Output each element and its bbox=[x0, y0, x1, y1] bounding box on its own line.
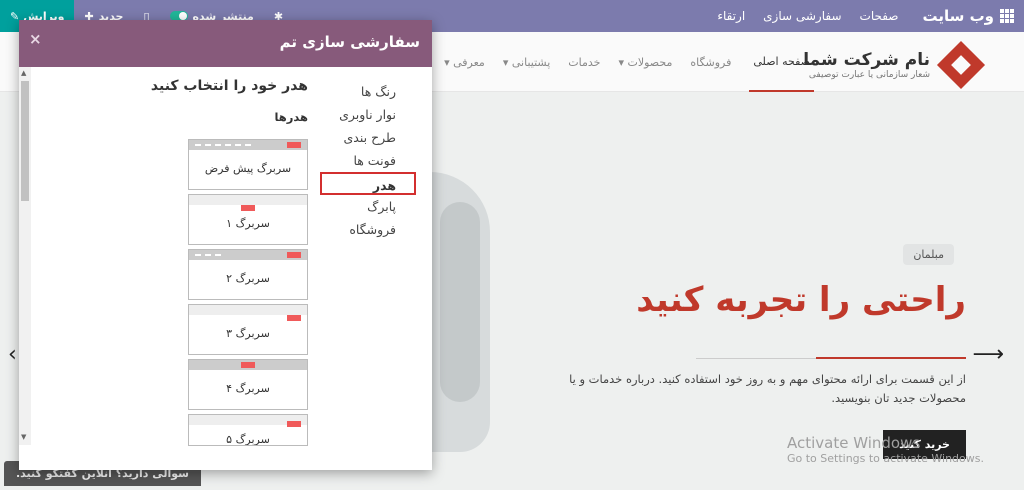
chevron-down-icon: ▾ bbox=[502, 55, 509, 69]
scroll-down-icon[interactable]: ▼ bbox=[21, 433, 26, 441]
header-preview bbox=[189, 250, 307, 260]
content-subtitle: هدرها bbox=[274, 110, 308, 124]
header-option-label: سربرگ ۳ bbox=[226, 327, 270, 340]
logo-title: نام شرکت شما bbox=[803, 50, 930, 70]
theme-customize-dialog: سفارشی سازی تم × ▲ ▼ رنگ ها نوار ناوبری … bbox=[19, 20, 432, 470]
header-preview bbox=[189, 415, 307, 427]
header-option-label: سربرگ ۵ bbox=[226, 433, 270, 446]
brand-label: وب سایت bbox=[922, 7, 994, 25]
menu-upgrade[interactable]: ارتقاء bbox=[717, 9, 745, 23]
menu-layout[interactable]: طرح بندی bbox=[318, 126, 408, 149]
nav-about[interactable]: معرفی ▾ bbox=[444, 56, 485, 69]
hero-image-detail bbox=[440, 202, 480, 402]
nav-shop[interactable]: فروشگاه bbox=[690, 56, 731, 69]
hero-divider bbox=[816, 357, 966, 359]
dialog-scrollbar[interactable]: ▲ ▼ bbox=[19, 67, 31, 445]
header-preview bbox=[189, 360, 307, 370]
header-preview bbox=[189, 140, 307, 150]
header-option-label: سربرگ ۲ bbox=[226, 272, 270, 285]
close-icon[interactable]: × bbox=[29, 30, 42, 48]
pencil-icon: ✎ bbox=[10, 9, 20, 23]
hero-title: راحتی را تجربه کنید bbox=[636, 280, 966, 320]
menu-shop[interactable]: فروشگاه bbox=[318, 218, 408, 241]
chevron-down-icon: ▾ bbox=[618, 55, 624, 69]
nav-support-label: پشتیبانی bbox=[511, 55, 551, 69]
website-menu[interactable]: وب سایت bbox=[908, 7, 1024, 25]
header-option-2[interactable]: سربرگ ۲ bbox=[188, 249, 308, 300]
nav-home[interactable]: صفحه اصلی bbox=[749, 32, 814, 92]
dialog-title: سفارشی سازی تم bbox=[279, 33, 420, 51]
header-preview bbox=[189, 305, 307, 321]
nav-products-label: محصولات bbox=[627, 55, 673, 69]
arrow-right-icon[interactable]: ⟶ bbox=[972, 342, 1004, 367]
nav-about-label: معرفی bbox=[453, 55, 485, 69]
watermark-title: Activate Windows bbox=[786, 434, 921, 452]
content-title: هدر خود را انتخاب کنید bbox=[150, 78, 308, 94]
logo-text: نام شرکت شما شعار سازمانی یا عبارت توصیف… bbox=[803, 50, 930, 80]
chevron-down-icon: ▾ bbox=[444, 55, 450, 69]
hero-divider-grey bbox=[696, 358, 816, 359]
menu-colors[interactable]: رنگ ها bbox=[318, 80, 408, 103]
header-option-label: سربرگ ۱ bbox=[226, 217, 270, 230]
header-option-label: سربرگ ۴ bbox=[226, 382, 270, 395]
header-option-label: سربرگ پیش فرض bbox=[204, 162, 292, 175]
category-badge: مبلمان bbox=[903, 244, 954, 265]
nav-products[interactable]: محصولات ▾ bbox=[618, 56, 672, 69]
site-nav: صفحه اصلی فروشگاه محصولات ▾ خدمات پشتیبا… bbox=[413, 32, 814, 92]
customize-side-menu: رنگ ها نوار ناوبری طرح بندی فونت ها هدر … bbox=[318, 80, 416, 241]
hero-description: از این قسمت برای ارائه محتوای مهم و به ر… bbox=[569, 372, 966, 405]
menu-pages[interactable]: صفحات bbox=[860, 9, 899, 23]
nav-support[interactable]: پشتیبانی ▾ bbox=[503, 56, 550, 69]
menu-footer[interactable]: پابرگ bbox=[318, 195, 408, 218]
header-option-default[interactable]: سربرگ پیش فرض bbox=[188, 139, 308, 190]
dialog-header: سفارشی سازی تم × bbox=[19, 20, 432, 67]
apps-grid-icon[interactable] bbox=[1000, 9, 1014, 23]
header-option-4[interactable]: سربرگ ۴ bbox=[188, 359, 308, 410]
header-preview bbox=[189, 195, 307, 211]
logo-subtitle: شعار سازمانی یا عبارت توصیفی bbox=[808, 70, 930, 80]
scroll-thumb[interactable] bbox=[21, 81, 29, 201]
logo-mark-icon bbox=[936, 40, 986, 90]
site-logo[interactable]: نام شرکت شما شعار سازمانی یا عبارت توصیف… bbox=[803, 40, 986, 90]
scroll-up-icon[interactable]: ▲ bbox=[21, 69, 26, 77]
watermark-subtitle: Go to Settings to activate Windows. bbox=[786, 452, 984, 465]
header-option-3[interactable]: سربرگ ۳ bbox=[188, 304, 308, 355]
topbar-menu: صفحات سفارشی سازی ارتقاء bbox=[717, 9, 908, 23]
menu-fonts[interactable]: فونت ها bbox=[318, 149, 408, 172]
arrow-left-icon[interactable]: ‹ bbox=[8, 342, 17, 367]
menu-navbar[interactable]: نوار ناوبری bbox=[318, 103, 408, 126]
header-option-5[interactable]: سربرگ ۵ bbox=[188, 414, 308, 446]
menu-customize[interactable]: سفارشی سازی bbox=[763, 9, 841, 23]
nav-services[interactable]: خدمات bbox=[568, 56, 600, 69]
windows-watermark: Activate Windows Go to Settings to activ… bbox=[787, 434, 984, 465]
menu-header[interactable]: هدر bbox=[320, 172, 416, 195]
header-option-1[interactable]: سربرگ ۱ bbox=[188, 194, 308, 245]
